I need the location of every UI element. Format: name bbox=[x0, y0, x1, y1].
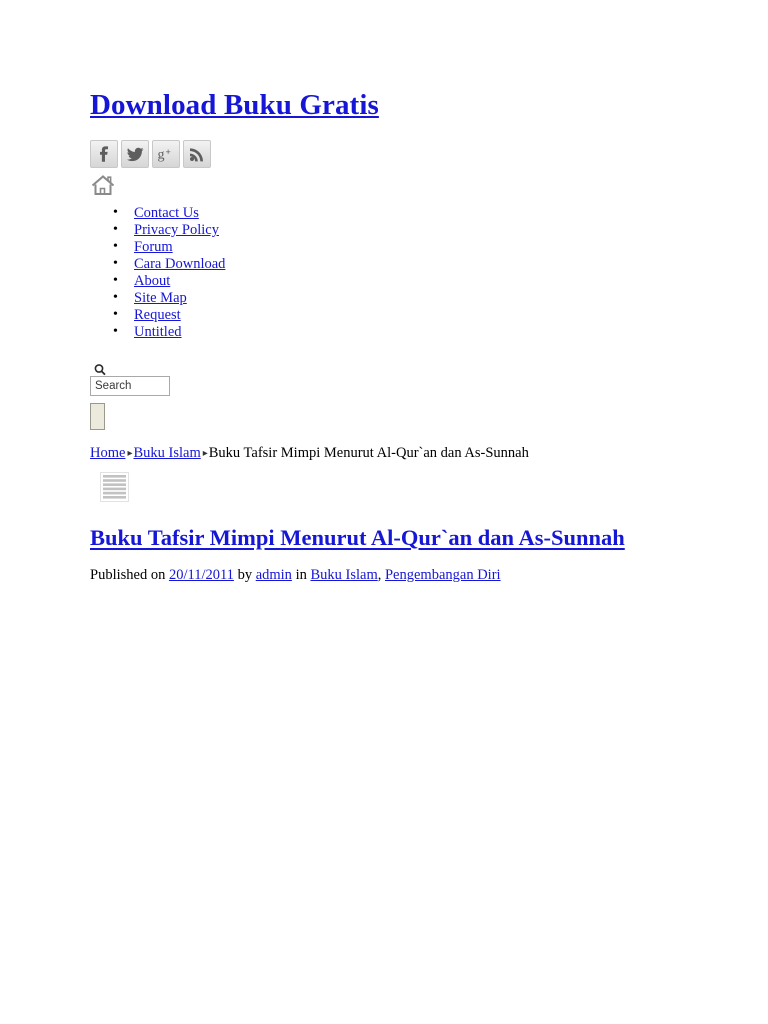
site-title-link[interactable]: Download Buku Gratis bbox=[90, 89, 379, 121]
nav-link[interactable]: Site Map bbox=[134, 290, 187, 306]
rss-icon bbox=[187, 144, 207, 164]
nav-item-site-map[interactable]: Site Map bbox=[90, 289, 690, 307]
post-date-link[interactable]: 20/11/2011 bbox=[169, 567, 234, 583]
home-link[interactable] bbox=[90, 173, 116, 202]
post-category-link-1[interactable]: Buku Islam bbox=[310, 567, 377, 583]
nav-item-about[interactable]: About bbox=[90, 272, 690, 290]
search-submit-button[interactable] bbox=[90, 403, 105, 430]
post-title: Buku Tafsir Mimpi Menurut Al-Qur`an dan … bbox=[90, 524, 690, 552]
nav-link[interactable]: Contact Us bbox=[134, 205, 199, 221]
social-links: g + bbox=[90, 140, 690, 168]
nav-item-untitled[interactable]: Untitled bbox=[90, 323, 690, 341]
category-separator: , bbox=[377, 567, 382, 583]
nav-item-request[interactable]: Request bbox=[90, 306, 690, 324]
facebook-icon bbox=[94, 144, 114, 164]
nav-link[interactable]: Untitled bbox=[134, 324, 182, 340]
site-title: Download Buku Gratis bbox=[90, 88, 690, 122]
breadcrumb-separator-icon: ▸ bbox=[127, 448, 133, 459]
twitter-icon bbox=[125, 144, 145, 164]
by-text: by bbox=[237, 567, 253, 583]
search-form bbox=[90, 363, 690, 430]
google-plus-link[interactable]: g + bbox=[152, 140, 180, 168]
main-nav: Contact Us Privacy Policy Forum Cara Dow… bbox=[90, 204, 690, 341]
svg-text:+: + bbox=[166, 147, 171, 157]
published-prefix: Published on bbox=[90, 567, 166, 583]
nav-item-forum[interactable]: Forum bbox=[90, 238, 690, 256]
home-icon bbox=[90, 175, 116, 201]
breadcrumb: Home ▸Buku Islam ▸Buku Tafsir Mimpi Menuru… bbox=[90, 444, 690, 464]
search-input[interactable] bbox=[90, 376, 170, 396]
twitter-link[interactable] bbox=[121, 140, 149, 168]
nav-item-privacy-policy[interactable]: Privacy Policy bbox=[90, 221, 690, 239]
article-lines-icon bbox=[100, 472, 129, 502]
post-category-link-2[interactable]: Pengembangan Diri bbox=[385, 567, 501, 583]
nav-link[interactable]: Forum bbox=[134, 239, 173, 255]
post-title-link[interactable]: Buku Tafsir Mimpi Menurut Al-Qur`an dan … bbox=[90, 525, 625, 550]
breadcrumb-link-category[interactable]: Buku Islam bbox=[133, 445, 200, 461]
nav-link[interactable]: About bbox=[134, 273, 170, 289]
nav-link[interactable]: Cara Download bbox=[134, 256, 225, 272]
nav-link[interactable]: Privacy Policy bbox=[134, 222, 219, 238]
breadcrumb-current: Buku Tafsir Mimpi Menurut Al-Qur`an dan … bbox=[208, 445, 529, 461]
breadcrumb-separator-icon: ▸ bbox=[202, 448, 208, 459]
svg-text:g: g bbox=[158, 148, 165, 163]
page-content: Download Buku Gratis g + • Contact Us • … bbox=[90, 88, 690, 584]
rss-link[interactable] bbox=[183, 140, 211, 168]
nav-item-cara-download[interactable]: Cara Download bbox=[90, 255, 690, 273]
post-author-link[interactable]: admin bbox=[256, 567, 292, 583]
breadcrumb-link-home[interactable]: Home bbox=[90, 445, 125, 461]
in-text: in bbox=[295, 567, 307, 583]
search-icon bbox=[93, 363, 690, 376]
nav-link[interactable]: Request bbox=[134, 307, 181, 323]
home-link-row bbox=[90, 173, 690, 199]
google-plus-icon: g + bbox=[156, 144, 176, 164]
post-meta: Published on 20/11/2011 by admin in Buku… bbox=[90, 566, 690, 584]
nav-item-contact-us[interactable]: Contact Us bbox=[90, 204, 690, 222]
page-root: Download Buku Gratis g + • Contact Us • … bbox=[0, 0, 768, 1024]
facebook-link[interactable] bbox=[90, 140, 118, 168]
